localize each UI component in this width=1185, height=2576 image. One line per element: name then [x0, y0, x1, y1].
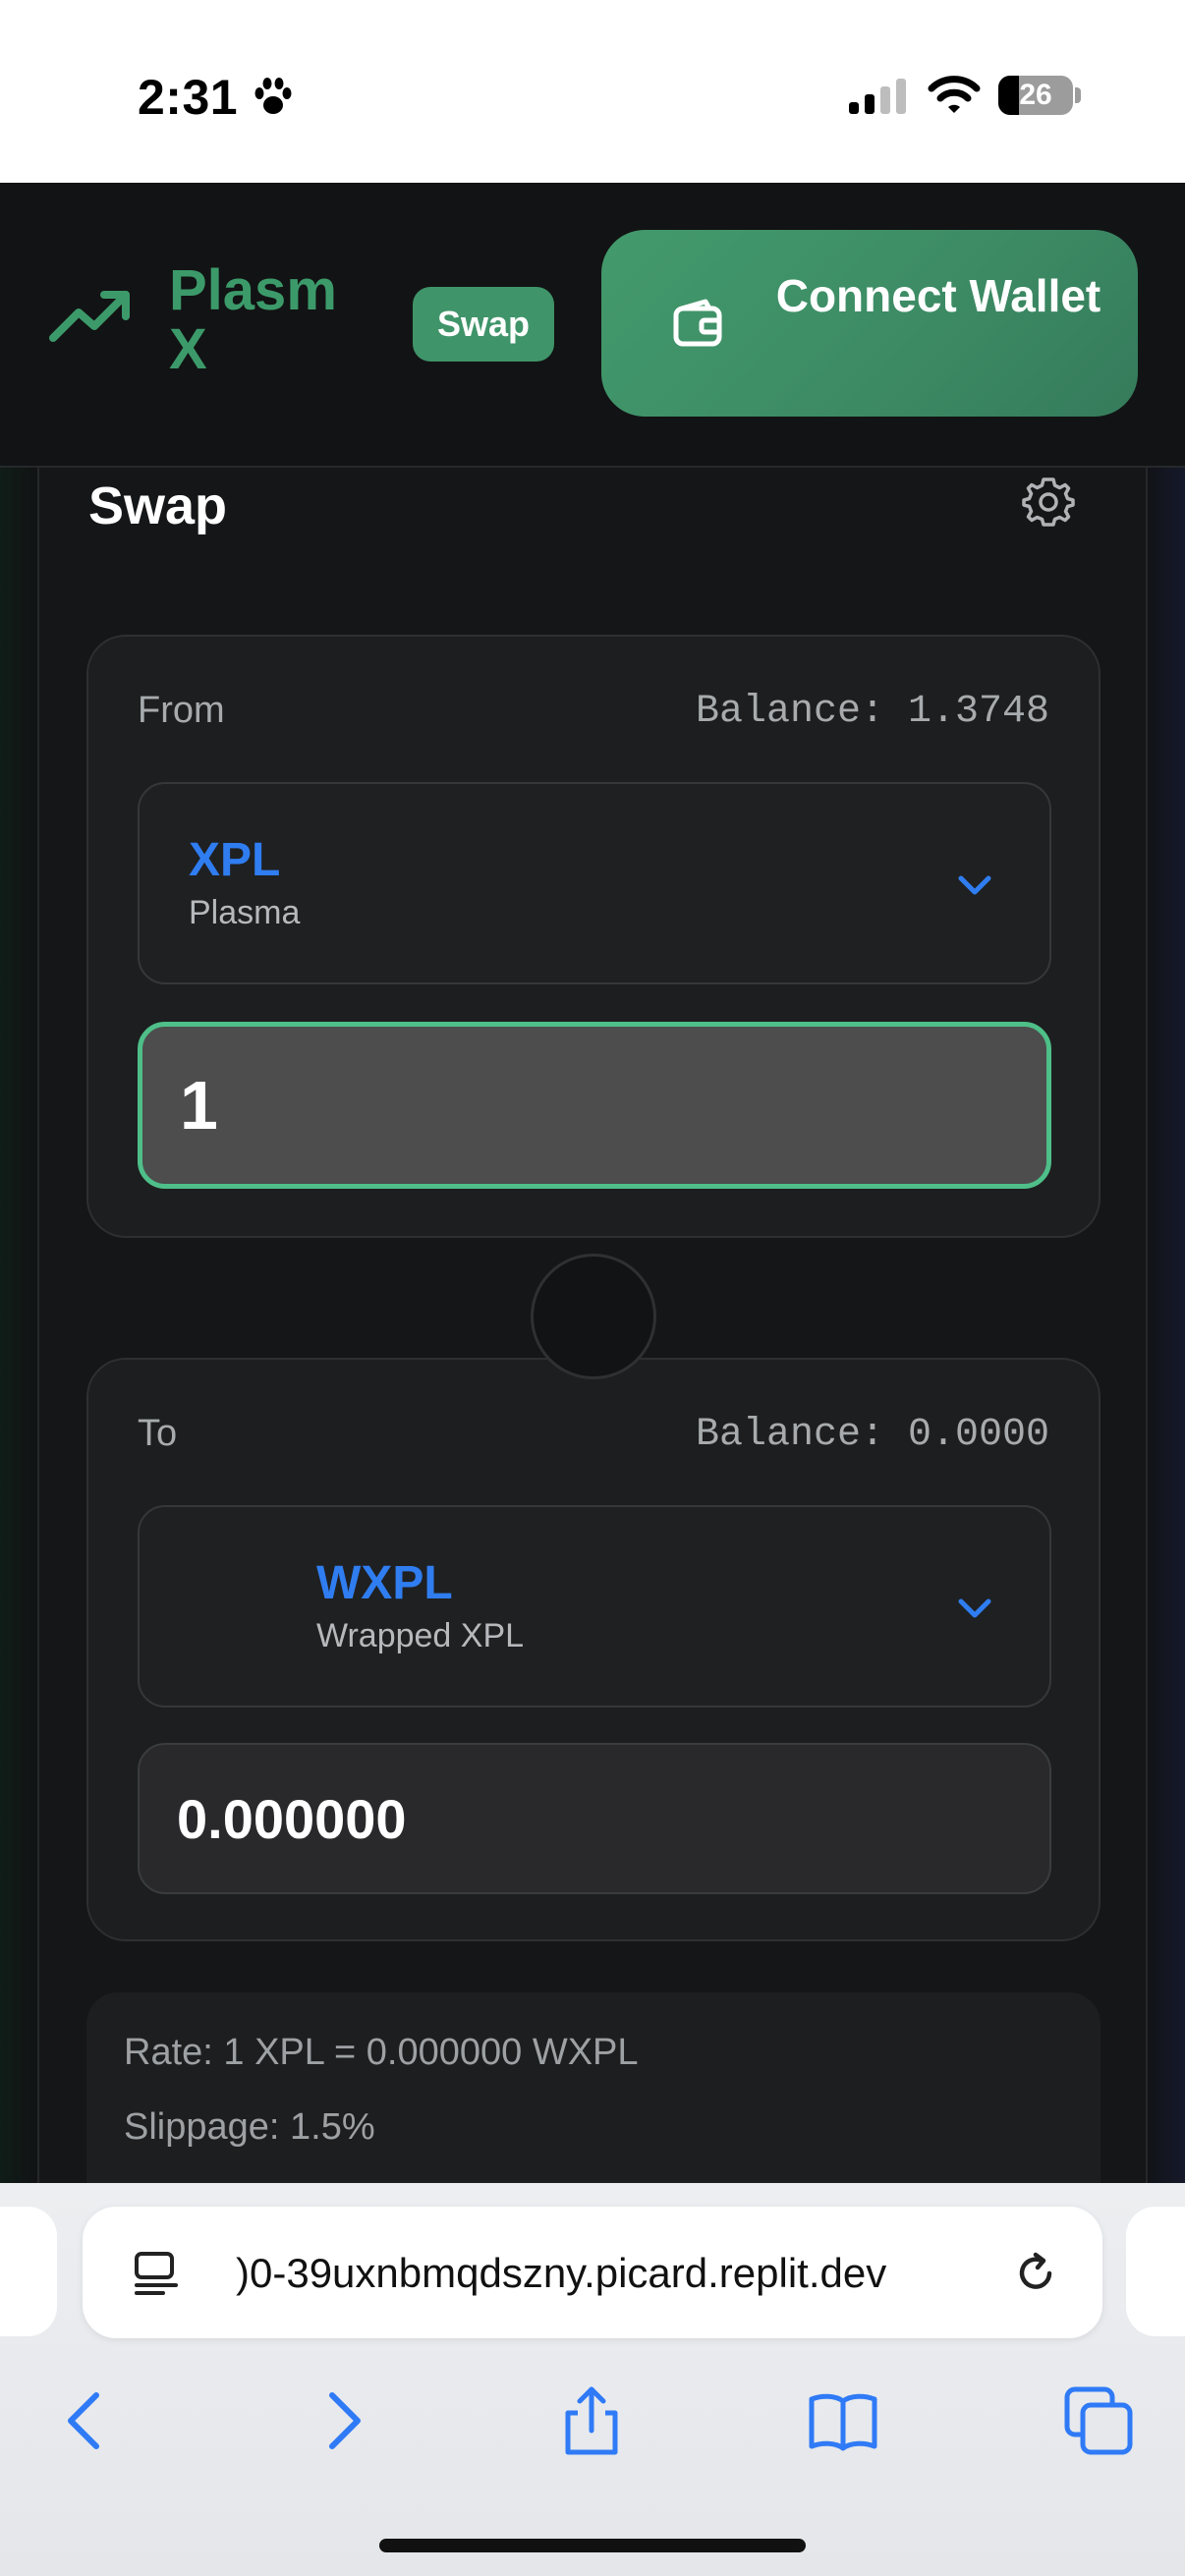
exchange-rate: Rate: 1 XPL = 0.000000 WXPL — [124, 2032, 639, 2073]
swap-card: Swap From Balance: 1.3748 XPL Plasma To … — [37, 468, 1148, 2209]
wifi-icon — [928, 76, 981, 113]
battery-tip — [1075, 87, 1081, 103]
from-panel: From Balance: 1.3748 XPL Plasma — [86, 635, 1100, 1238]
url-text[interactable]: )0-39uxnbmqdszny.picard.replit.dev — [236, 2250, 1002, 2297]
connect-wallet-label: Connect Wallet — [775, 270, 1101, 321]
cellular-signal-icon — [849, 79, 906, 114]
from-token-symbol: XPL — [189, 834, 281, 886]
app-header: Plasm X Swap Connect Wallet — [0, 183, 1185, 468]
gear-icon[interactable] — [1020, 474, 1077, 531]
to-token-select[interactable]: WXPL Wrapped XPL — [138, 1505, 1051, 1708]
previous-tab-peek[interactable] — [0, 2207, 57, 2336]
address-bar[interactable]: )0-39uxnbmqdszny.picard.replit.dev — [83, 2207, 1102, 2338]
forward-icon[interactable] — [305, 2383, 379, 2458]
from-amount-input[interactable] — [138, 1022, 1051, 1189]
from-token-select[interactable]: XPL Plasma — [138, 782, 1051, 984]
brand-logo-text[interactable]: Plasm X — [169, 261, 366, 379]
next-tab-peek[interactable] — [1126, 2207, 1185, 2336]
battery-icon: 26 — [998, 76, 1073, 115]
back-icon[interactable] — [49, 2383, 124, 2458]
paw-icon — [254, 78, 292, 114]
status-time: 2:31 — [138, 70, 239, 125]
chevron-down-icon — [958, 1598, 991, 1618]
status-bar: 2:31 26 — [0, 0, 1185, 183]
to-balance: Balance: 0.0000 — [695, 1413, 1049, 1457]
reload-icon[interactable] — [1012, 2250, 1059, 2297]
connect-wallet-button[interactable]: Connect Wallet — [601, 230, 1138, 417]
to-token-symbol: WXPL — [316, 1557, 453, 1609]
tabs-icon[interactable] — [1061, 2383, 1136, 2458]
browser-chrome: )0-39uxnbmqdszny.picard.replit.dev — [0, 2183, 1185, 2576]
wallet-icon — [673, 299, 722, 347]
battery-percent: 26 — [1019, 79, 1052, 111]
main-content: Swap From Balance: 1.3748 XPL Plasma To … — [0, 468, 1185, 2209]
from-balance: Balance: 1.3748 — [695, 690, 1049, 734]
from-label: From — [138, 690, 225, 731]
share-icon[interactable] — [554, 2383, 629, 2458]
from-token-name: Plasma — [189, 894, 301, 931]
to-token-name: Wrapped XPL — [316, 1617, 525, 1654]
swap-title: Swap — [88, 476, 228, 535]
page-menu-icon[interactable] — [132, 2248, 181, 2297]
to-label: To — [138, 1413, 178, 1454]
swap-info-box: Rate: 1 XPL = 0.000000 WXPL Slippage: 1.… — [86, 1992, 1100, 2209]
chevron-down-icon — [958, 875, 991, 895]
slippage-info: Slippage: 1.5% — [124, 2106, 375, 2148]
trending-up-icon — [49, 291, 130, 342]
home-indicator[interactable] — [379, 2539, 806, 2552]
nav-swap-button[interactable]: Swap — [413, 287, 554, 362]
bookmarks-icon[interactable] — [806, 2383, 880, 2458]
to-panel: To Balance: 0.0000 WXPL Wrapped XPL — [86, 1358, 1100, 1941]
switch-tokens-button[interactable] — [531, 1254, 656, 1379]
to-amount-output[interactable] — [138, 1743, 1051, 1894]
